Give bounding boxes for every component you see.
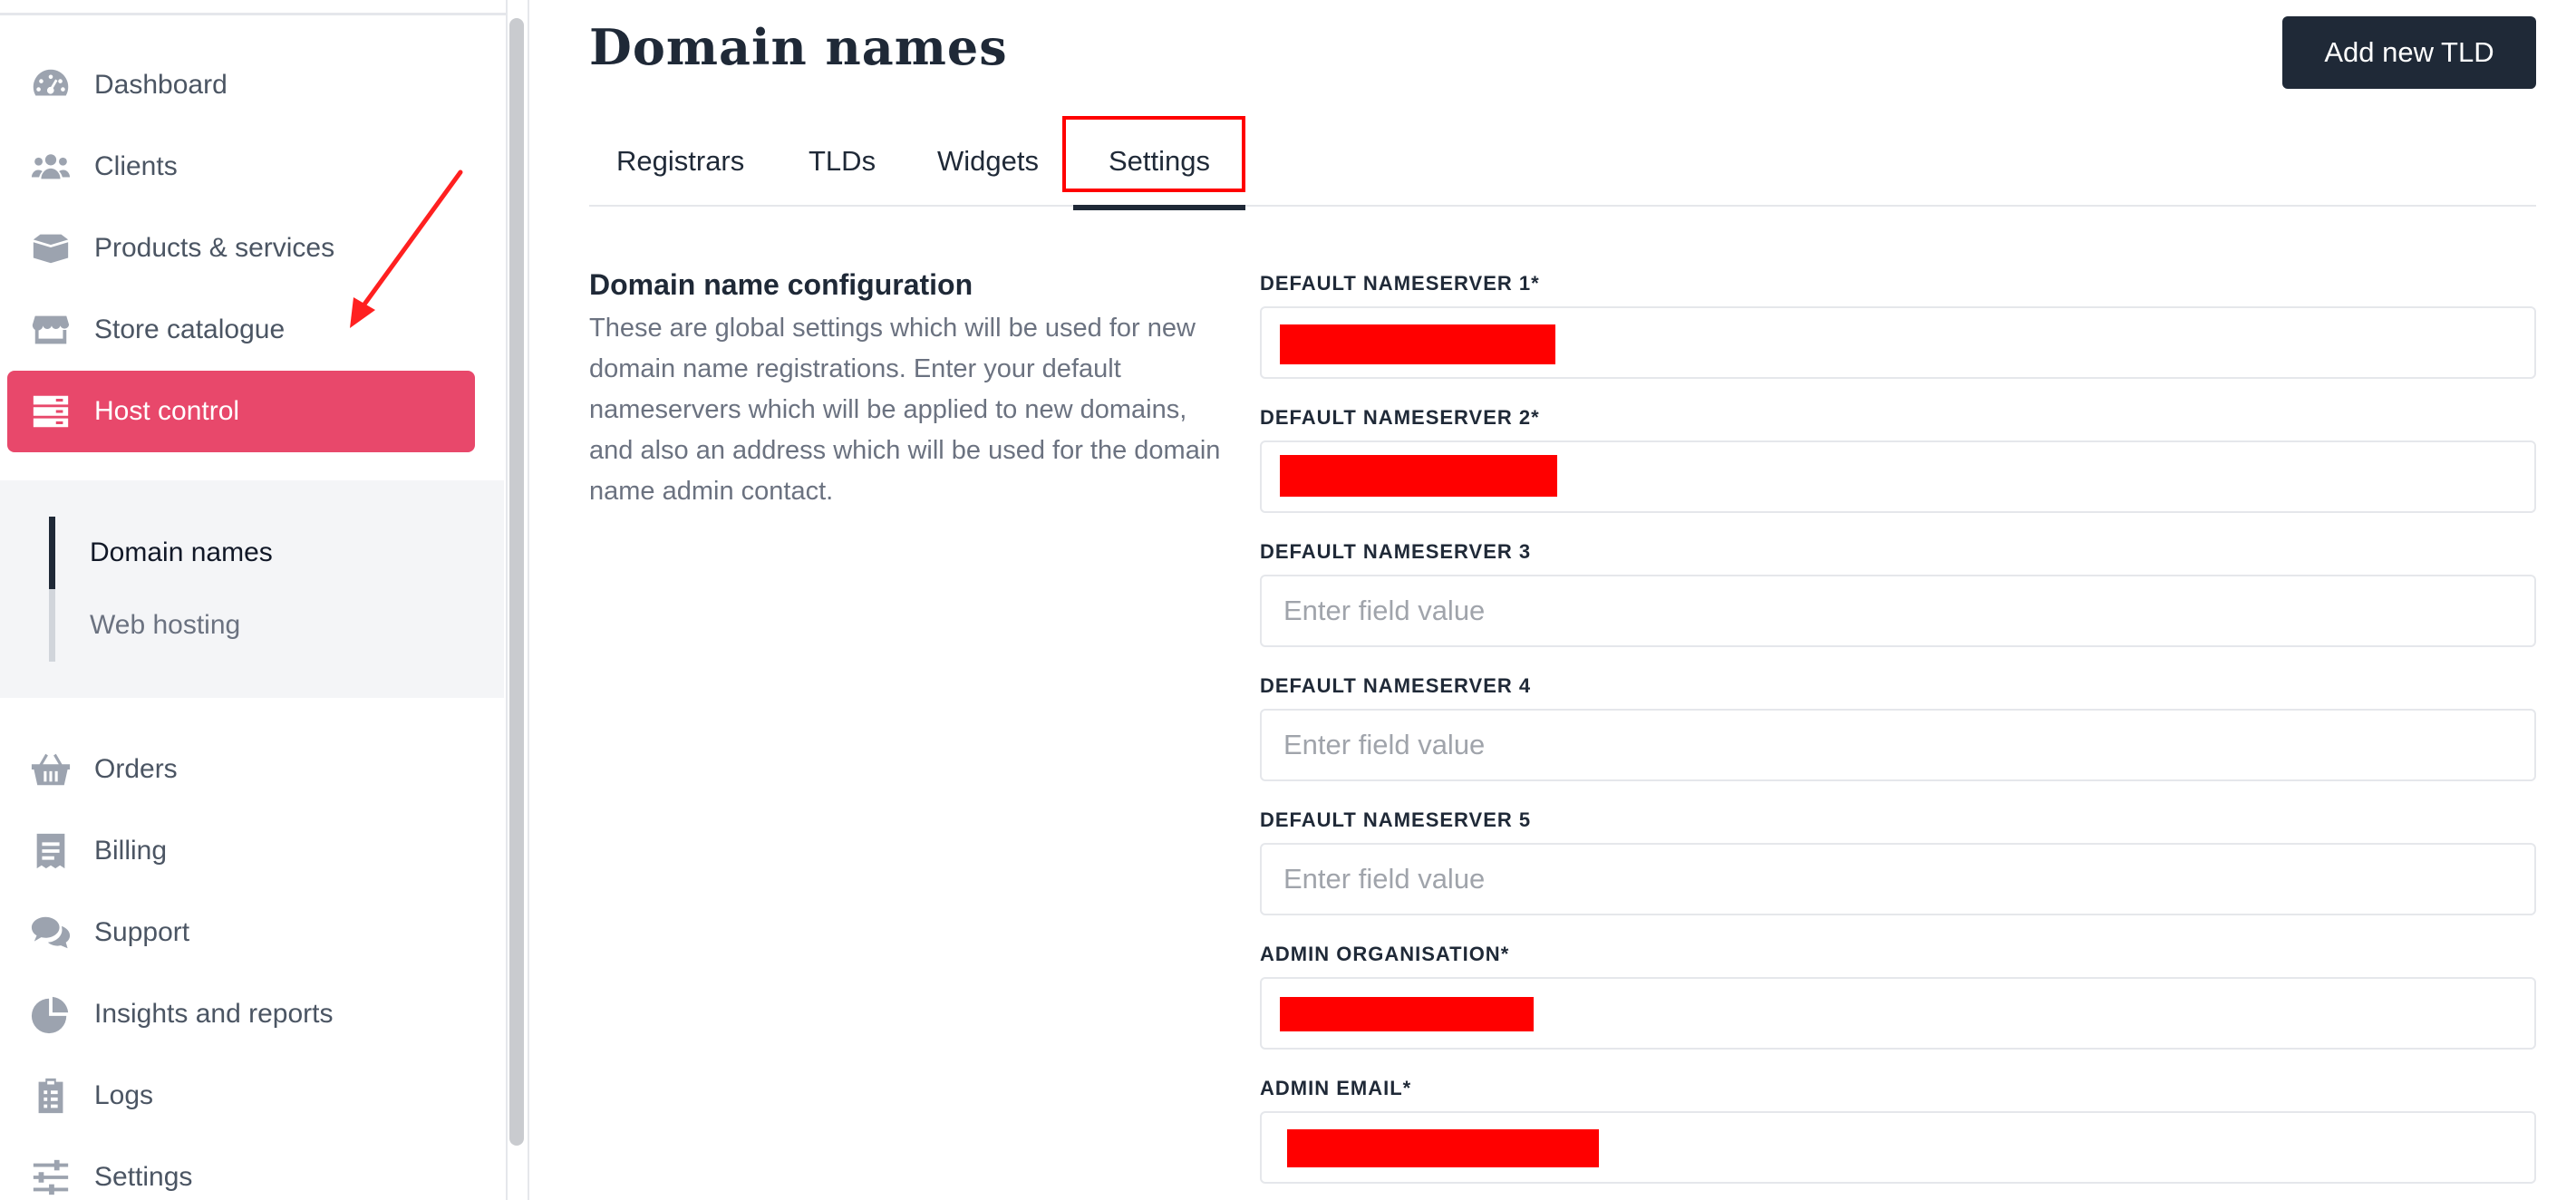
sidebar-item-label: Store catalogue: [94, 315, 286, 344]
nameserver-1-input[interactable]: [1260, 306, 2536, 379]
admin-email-label: ADMIN EMAIL*: [1260, 1077, 1412, 1099]
section-title: Domain name configuration: [589, 268, 973, 301]
users-icon: [29, 145, 73, 189]
sidebar-top-divider: [0, 13, 508, 15]
sidebar-item-label: Billing: [94, 836, 168, 866]
nameserver-5-label: DEFAULT NAMESERVER 5: [1260, 808, 1532, 831]
sidebar-item-settings[interactable]: Settings: [7, 1137, 475, 1200]
sidebar-item-label: Dashboard: [94, 70, 228, 100]
sidebar-divider: [528, 0, 529, 1200]
admin-organisation-label: ADMIN ORGANISATION*: [1260, 943, 1510, 965]
sidebar-item-logs[interactable]: Logs: [7, 1055, 475, 1137]
sidebar-item-insights-reports[interactable]: Insights and reports: [7, 973, 475, 1055]
sidebar-item-store-catalogue[interactable]: Store catalogue: [7, 289, 475, 371]
tab-widgets[interactable]: Widgets: [937, 116, 1039, 207]
sidebar-item-label: Insights and reports: [94, 999, 334, 1029]
sidebar-item-label: Logs: [94, 1080, 154, 1110]
host-control-subnav: Domain names Web hosting: [0, 480, 504, 698]
sidebar-item-label: Settings: [94, 1162, 193, 1192]
sliders-icon: [29, 1156, 73, 1199]
sidebar-item-host-control[interactable]: Host control: [7, 371, 475, 452]
page-title: Domain names: [589, 18, 1008, 76]
tab-settings[interactable]: Settings: [1073, 116, 1245, 210]
sidebar-item-dashboard[interactable]: Dashboard: [7, 44, 475, 126]
store-icon: [29, 308, 73, 352]
tab-label: TLDs: [809, 145, 876, 177]
admin-email-input[interactable]: [1260, 1111, 2536, 1184]
gauge-icon: [29, 63, 73, 107]
subnav-item-label: Web hosting: [90, 610, 241, 640]
sidebar-item-clients[interactable]: Clients: [7, 126, 475, 208]
sidebar-item-label: Orders: [94, 754, 178, 784]
sidebar-item-products-services[interactable]: Products & services: [7, 208, 475, 289]
pie-chart-icon: [29, 992, 73, 1036]
sidebar-item-support[interactable]: Support: [7, 892, 475, 973]
nameserver-5-input[interactable]: [1260, 843, 2536, 915]
tab-tlds[interactable]: TLDs: [809, 116, 876, 207]
server-icon: [29, 390, 73, 433]
box-icon: [29, 227, 73, 270]
section-description: These are global settings which will be …: [589, 314, 1221, 506]
sidebar-item-label: Clients: [94, 151, 178, 181]
sidebar: Dashboard Clients Products & services St…: [0, 0, 508, 1200]
nameserver-4-input[interactable]: [1260, 709, 2536, 781]
receipt-icon: [29, 829, 73, 873]
tab-label: Registrars: [616, 145, 745, 177]
sidebar-item-orders[interactable]: Orders: [7, 729, 475, 810]
clipboard-icon: [29, 1074, 73, 1118]
nameserver-3-label: DEFAULT NAMESERVER 3: [1260, 540, 1532, 563]
tab-registrars[interactable]: Registrars: [616, 116, 744, 207]
nameserver-4-label: DEFAULT NAMESERVER 4: [1260, 674, 1532, 697]
subnav-item-web-hosting[interactable]: Web hosting: [49, 589, 484, 662]
sidebar-item-label: Host control: [94, 396, 240, 426]
basket-icon: [29, 748, 73, 791]
tab-label: Widgets: [937, 145, 1039, 177]
sidebar-item-label: Support: [94, 917, 190, 947]
sidebar-item-billing[interactable]: Billing: [7, 810, 475, 892]
add-new-tld-button[interactable]: Add new TLD: [2282, 16, 2536, 89]
tab-bar: Registrars TLDs Widgets Settings: [589, 116, 2536, 210]
nameserver-2-input[interactable]: [1260, 440, 2536, 513]
comments-icon: [29, 911, 73, 954]
nameserver-1-label: DEFAULT NAMESERVER 1*: [1260, 272, 1540, 295]
subnav-item-label: Domain names: [90, 537, 273, 567]
nameserver-3-input[interactable]: [1260, 575, 2536, 647]
tab-label: Settings: [1108, 145, 1210, 177]
sidebar-scrollbar[interactable]: [509, 18, 524, 1146]
admin-organisation-input[interactable]: [1260, 977, 2536, 1050]
nameserver-2-label: DEFAULT NAMESERVER 2*: [1260, 406, 1540, 429]
subnav-item-domain-names[interactable]: Domain names: [49, 517, 484, 589]
sidebar-item-label: Products & services: [94, 233, 335, 263]
